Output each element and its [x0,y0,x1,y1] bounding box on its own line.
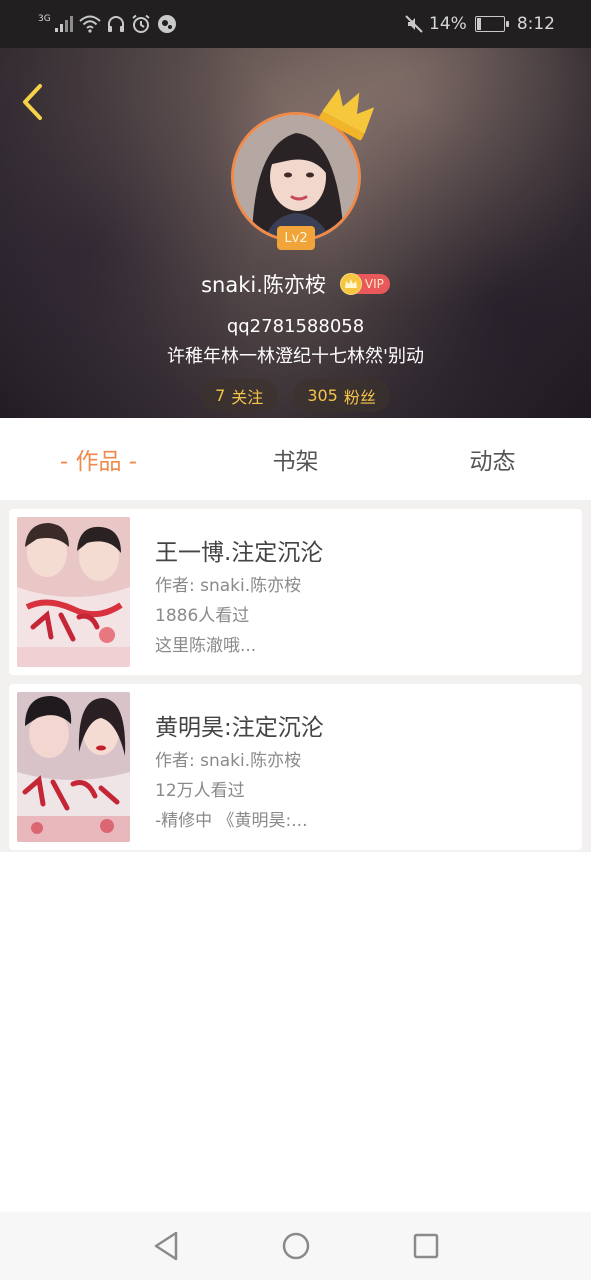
work-card[interactable]: 黄明昊:注定沉沦 作者: snaki.陈亦桉 12万人看过 -精修中 《黄明昊:… [9,684,582,850]
works-list: 王一博.注定沉沦 作者: snaki.陈亦桉 1886人看过 这里陈澈哦... … [0,500,591,852]
followers-button[interactable]: 305 粉丝 [293,379,390,412]
circle-home-icon [282,1232,309,1260]
vip-label: VIP [364,277,384,291]
signature: 许稚年林一林澄纪十七林然'别动 [167,346,424,367]
nav-recents-button[interactable] [404,1224,448,1268]
status-bar: 3G 14% 8:12 [0,0,591,48]
name-row: snaki.陈亦桉 VIP [0,268,591,300]
system-nav-bar [0,1212,591,1280]
status-time: 8:12 [516,14,555,34]
stats-row: 7 关注 305 粉丝 [0,379,591,412]
battery-percent: 14% [429,14,467,34]
tab-bookshelf[interactable]: 书架 [197,442,394,476]
status-left: 3G [38,13,177,35]
battery-fill [476,18,481,30]
work-views: 12万人看过 [155,781,245,801]
chevron-left-icon [23,84,42,120]
work-author: 作者: snaki.陈亦桉 [155,576,302,596]
app-icon [157,13,177,35]
wifi-icon [79,13,101,35]
username: snaki.陈亦桉 [201,273,326,297]
level-badge: Lv2 [277,226,315,250]
following-button[interactable]: 7 关注 [201,379,278,412]
work-author: 作者: snaki.陈亦桉 [155,751,302,771]
alarm-icon [131,13,151,35]
following-label: 关注 [231,387,264,407]
work-views: 1886人看过 [155,606,250,626]
square-recents-icon [413,1233,438,1259]
work-card[interactable]: 王一博.注定沉沦 作者: snaki.陈亦桉 1886人看过 这里陈澈哦... [9,509,582,675]
nav-home-button[interactable] [274,1224,318,1268]
tab-works[interactable]: - 作品 - [0,442,197,476]
headset-icon [107,13,125,35]
followers-count: 305 [307,386,338,405]
battery-icon [474,16,509,32]
qq-number: qq2781588058 [226,316,365,337]
work-excerpt: -精修中 《黄明昊:... [155,811,308,831]
avatar-container: Lv2 [231,88,375,252]
tab-bar: - 作品 - 书架 动态 [0,418,591,500]
signal-icon [54,13,73,35]
following-count: 7 [215,386,226,405]
mute-icon [405,13,423,35]
back-button[interactable] [14,80,50,124]
book-cover[interactable] [17,517,130,667]
work-title[interactable]: 王一博.注定沉沦 [155,533,323,567]
profile-header: Lv2 snaki.陈亦桉 VIP qq2781588058 许稚年林一林澄纪十… [0,48,591,418]
tab-activity[interactable]: 动态 [394,442,591,476]
vip-badge[interactable]: VIP [339,273,390,295]
followers-label: 粉丝 [343,387,376,407]
book-cover[interactable] [17,692,130,842]
nav-back-button[interactable] [144,1224,188,1268]
triangle-back-icon [154,1231,177,1261]
work-excerpt: 这里陈澈哦... [155,636,257,656]
network-type: 3G [38,13,51,24]
crown-icon [317,82,381,142]
vip-crown-icon [339,273,362,295]
status-right: 14% 8:12 [405,13,555,35]
work-title[interactable]: 黄明昊:注定沉沦 [155,708,324,742]
